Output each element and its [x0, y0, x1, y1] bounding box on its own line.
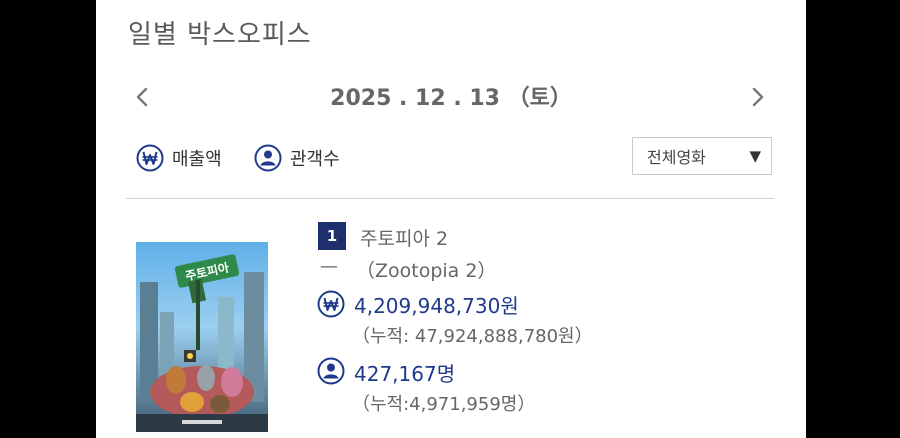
rank-badge: 1 — [318, 222, 346, 250]
movie-type-select[interactable]: 전체영화 ▼ — [632, 137, 772, 175]
current-date: 2025 . 12 . 13 （토） — [330, 86, 572, 111]
chevron-right-icon — [752, 87, 764, 107]
sales-toggle[interactable]: 매출액 — [136, 142, 222, 174]
audience-toggle[interactable]: 관객수 — [254, 142, 340, 174]
original-title: （Zootopia 2） — [356, 260, 497, 282]
person-icon — [317, 357, 345, 385]
page-title: 일별 박스오피스 — [128, 20, 312, 50]
cumulative-audience: （누적:4,971,959명） — [352, 394, 536, 415]
won-icon — [317, 290, 345, 318]
box-office-panel: 일별 박스오피스 2025 . 12 . 13 （토） 매출액 관객수 전체영화… — [96, 0, 806, 438]
cumulative-sales: （누적: 47,924,888,780원） — [352, 326, 593, 347]
movie-type-selected: 전체영화 — [647, 148, 706, 167]
sales-toggle-label: 매출액 — [172, 149, 222, 170]
won-icon — [136, 144, 164, 172]
person-icon — [254, 144, 282, 172]
movie-title[interactable]: 주토피아 2 — [360, 224, 448, 251]
rank-change: — — [320, 256, 338, 277]
caret-down-icon: ▼ — [749, 147, 761, 165]
movie-poster[interactable]: 주토피아 — [136, 242, 268, 432]
divider — [126, 198, 774, 199]
next-date-button[interactable] — [744, 84, 770, 110]
audience-toggle-label: 관객수 — [290, 149, 340, 170]
poster-image: 주토피아 — [136, 242, 268, 432]
daily-sales: 4,209,948,730원 — [354, 294, 519, 318]
daily-audience: 427,167명 — [354, 362, 456, 386]
